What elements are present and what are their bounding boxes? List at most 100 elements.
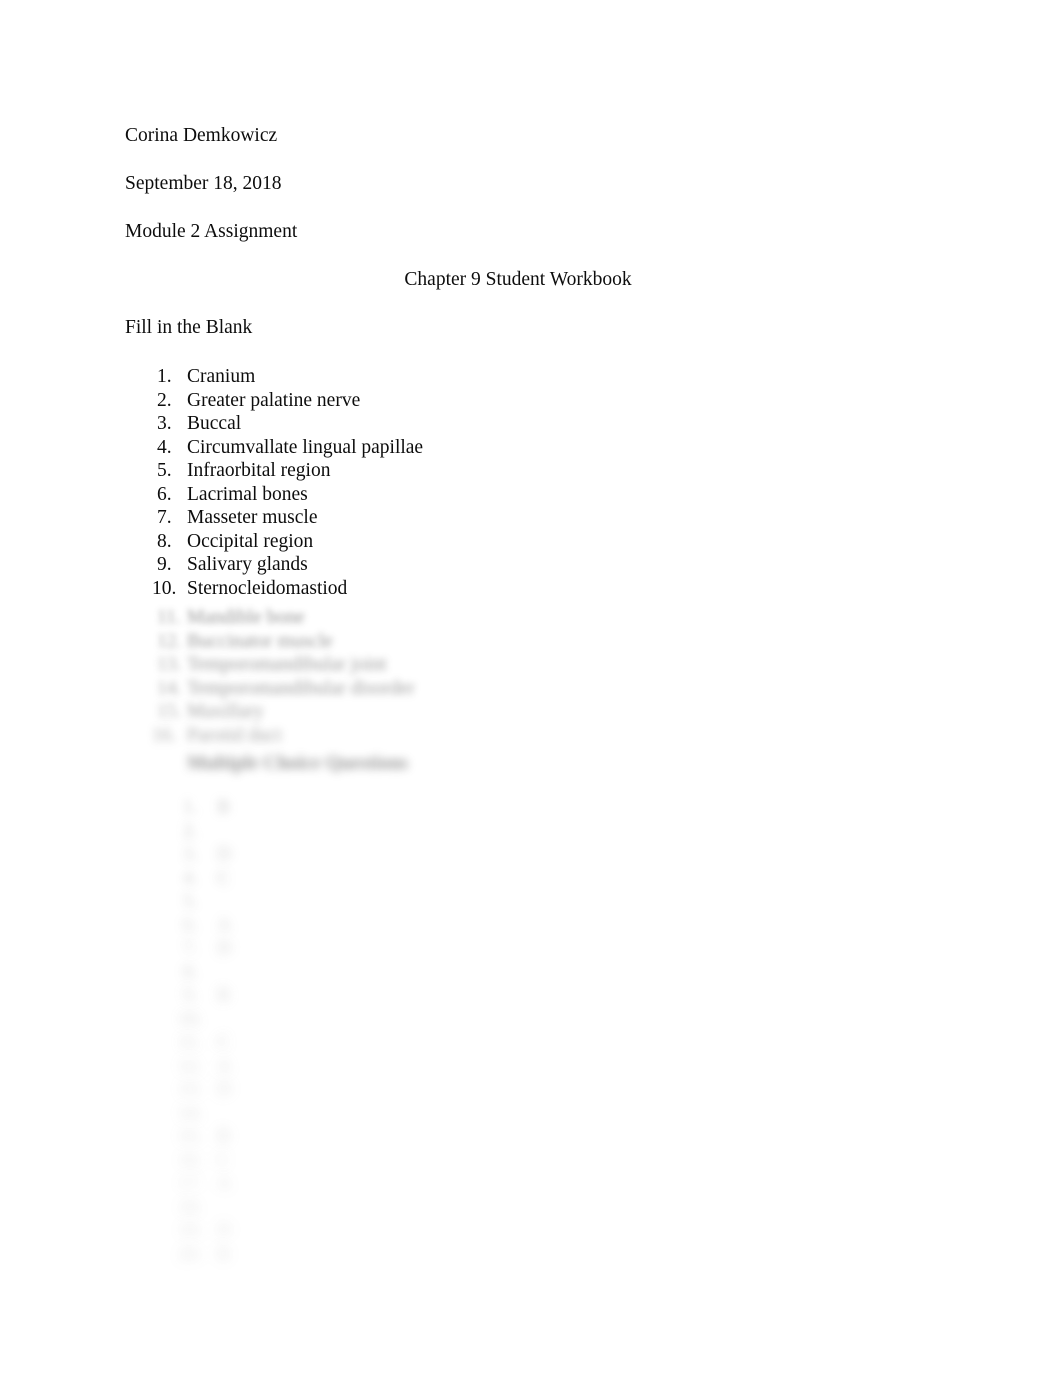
list-item-number: 1.: [157, 366, 172, 387]
list-item-label: Greater palatine nerve: [187, 389, 361, 411]
list-item-redacted: 13. D: [125, 1078, 425, 1102]
list-item-number: 2.: [183, 820, 198, 842]
list-item-redacted: 5.: [125, 890, 425, 914]
document-header: Corina Demkowicz September 18, 2018 Modu…: [125, 124, 825, 268]
list-item-label: B: [217, 797, 231, 818]
list-item-redacted: 14.: [125, 1102, 425, 1126]
list-item-label: B: [217, 1126, 231, 1147]
list-item-label: C: [217, 1032, 231, 1053]
list-item-redacted: 2.: [125, 820, 425, 844]
section-heading-fill-in-the-blank: Fill in the Blank: [125, 317, 253, 338]
list-item-redacted: 13. Temporomandibular joint: [125, 653, 905, 677]
list-item-label: Buccal: [187, 413, 242, 434]
list-item-number: 12.: [157, 630, 182, 652]
section-heading-multiple-choice: Multiple Choice Questions: [187, 753, 409, 774]
list-item-number: 14.: [157, 677, 182, 699]
list-item-label: C: [217, 867, 231, 889]
list-item-redacted: 8.: [125, 961, 425, 985]
list-item-redacted: 3. D: [125, 843, 425, 867]
list-item-number: 4.: [157, 436, 172, 458]
list-item-redacted: 7. D: [125, 937, 425, 961]
list-item: 2. Greater palatine nerve: [125, 389, 885, 413]
list-item-redacted: 16. C: [125, 1149, 425, 1173]
list-item: 4. Circumvallate lingual papillae: [125, 436, 885, 460]
list-item-label: A: [217, 1173, 232, 1194]
list-item-number: 7.: [157, 507, 172, 528]
list-item-number: 1.: [183, 797, 198, 818]
list-item: 1. Cranium: [125, 365, 885, 389]
list-item: 10. Sternocleidomastiod: [125, 577, 885, 601]
list-item-label: Occipital region: [187, 530, 314, 552]
list-item-number: 19.: [178, 1220, 203, 1241]
list-item-label: Mandible bone: [187, 607, 305, 628]
author-name: Corina Demkowicz: [125, 125, 278, 146]
list-item-number: 10.: [178, 1008, 203, 1030]
list-item: 6. Lacrimal bones: [125, 483, 885, 507]
assignment-label: Module 2 Assignment: [125, 221, 298, 242]
list-item-number: 10.: [152, 577, 177, 599]
list-item-label: D: [217, 1079, 232, 1100]
list-item: 8. Occipital region: [125, 530, 885, 554]
list-item-label: D: [217, 938, 232, 959]
list-item-label: Temporomandibular disorder: [187, 677, 415, 699]
list-item-number: 3.: [183, 844, 198, 865]
list-item-number: 18.: [178, 1196, 203, 1218]
list-item-label: Buccinator muscle: [187, 630, 333, 652]
list-item-redacted: 15. B: [125, 1125, 425, 1149]
list-item-redacted: 1. B: [125, 796, 425, 820]
list-item-label: Salivary glands: [187, 554, 308, 575]
list-item-number: 8.: [183, 961, 198, 983]
list-item-number: 5.: [183, 891, 198, 912]
list-item-label: B: [217, 985, 231, 1006]
list-item-number: 9.: [157, 554, 172, 575]
list-item-number: 17.: [178, 1173, 203, 1194]
list-item-label: B: [217, 1243, 231, 1265]
list-item-label: Maxillary: [187, 701, 264, 722]
list-item-number: 15.: [157, 701, 182, 722]
list-item-label: Infraorbital region: [187, 460, 331, 481]
list-item-number: 16.: [152, 724, 177, 746]
document-page: Corina Demkowicz September 18, 2018 Modu…: [0, 0, 1062, 1377]
list-item-redacted: 11. C: [125, 1031, 425, 1055]
list-item-number: 7.: [183, 938, 198, 959]
list-item-redacted: 11. Mandible bone: [125, 606, 905, 630]
list-item-redacted: 10.: [125, 1008, 425, 1032]
list-item: 5. Infraorbital region: [125, 459, 885, 483]
list-item-number: 20.: [178, 1243, 203, 1265]
list-item-redacted: 12. Buccinator muscle: [125, 630, 905, 654]
list-item-number: 11.: [178, 1032, 202, 1053]
list-item-redacted: 12. A: [125, 1055, 425, 1079]
list-item-number: 5.: [157, 460, 172, 481]
list-item-redacted: 20. B: [125, 1243, 425, 1267]
list-item-number: 3.: [157, 413, 172, 434]
list-item-number: 2.: [157, 389, 172, 411]
list-item-label: C: [217, 1149, 231, 1171]
list-item-label: Sternocleidomastiod: [187, 577, 348, 599]
list-item-number: 15.: [178, 1126, 203, 1147]
list-item-number: 9.: [183, 985, 198, 1006]
redacted-answer-list: 11. Mandible bone 12. Buccinator muscle …: [125, 606, 905, 747]
list-item-number: 13.: [157, 654, 182, 675]
list-item-redacted: 4. C: [125, 867, 425, 891]
list-item-redacted: 9. B: [125, 984, 425, 1008]
list-item-number: 6.: [157, 483, 172, 505]
list-item-label: Masseter muscle: [187, 507, 318, 528]
list-item-redacted: 6. A: [125, 914, 425, 938]
list-item-label: Temporomandibular joint: [187, 654, 387, 675]
list-item-redacted: 18.: [125, 1196, 425, 1220]
list-item-number: 11.: [157, 607, 181, 628]
list-item-label: A: [217, 1055, 232, 1077]
list-item-number: 4.: [183, 867, 198, 889]
fill-in-the-blank-answer-list: 1. Cranium 2. Greater palatine nerve 3. …: [125, 365, 885, 600]
list-item-number: 12.: [178, 1055, 203, 1077]
list-item-number: 6.: [183, 914, 198, 936]
list-item-label: D: [217, 844, 232, 865]
list-item-label: A: [217, 914, 232, 936]
list-item-number: 8.: [157, 530, 172, 552]
list-item-redacted: 15. Maxillary: [125, 700, 905, 724]
list-item-redacted: 19. D: [125, 1219, 425, 1243]
list-item-label: D: [217, 1220, 232, 1241]
list-item: 7. Masseter muscle: [125, 506, 885, 530]
list-item: 3. Buccal: [125, 412, 885, 436]
list-item: 9. Salivary glands: [125, 553, 885, 577]
